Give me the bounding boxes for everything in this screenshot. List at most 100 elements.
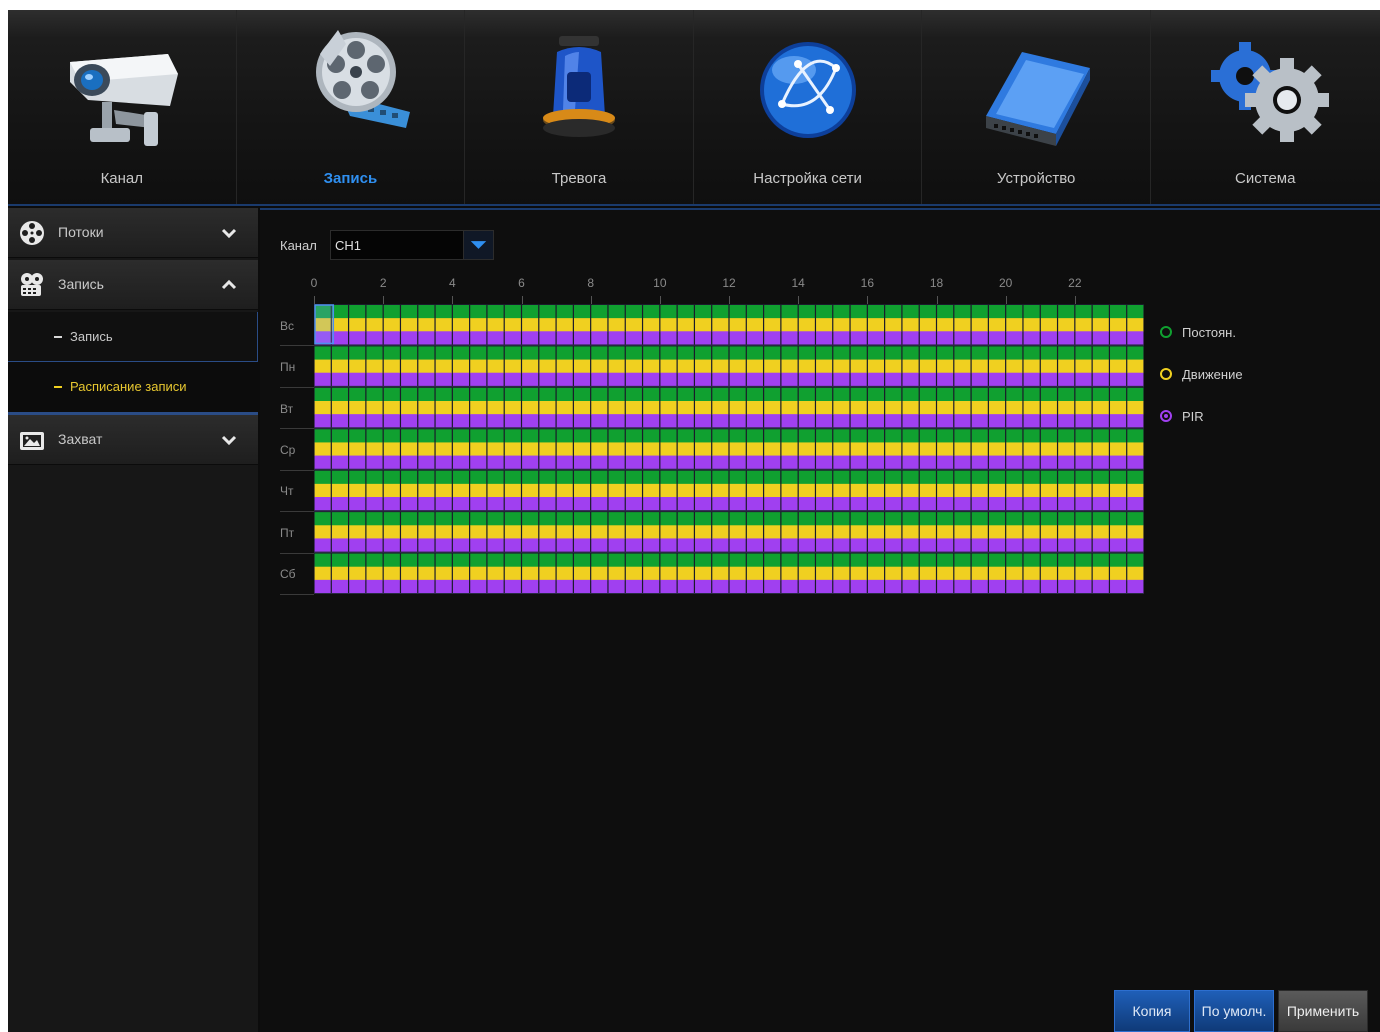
schedule-cell[interactable] xyxy=(383,538,400,553)
schedule-cell[interactable] xyxy=(695,387,712,402)
schedule-cell[interactable] xyxy=(314,346,331,361)
schedule-cell[interactable] xyxy=(383,346,400,361)
schedule-cell[interactable] xyxy=(435,372,452,387)
schedule-cell[interactable] xyxy=(816,579,833,594)
schedule-cell[interactable] xyxy=(971,442,988,457)
schedule-cell[interactable] xyxy=(1110,470,1127,485)
schedule-cell[interactable] xyxy=(1023,429,1040,443)
schedule-cell[interactable] xyxy=(850,497,867,511)
schedule-cell[interactable] xyxy=(418,387,435,402)
schedule-cell[interactable] xyxy=(885,442,902,457)
schedule-cell[interactable] xyxy=(695,429,712,443)
schedule-cell[interactable] xyxy=(885,359,902,374)
schedule-cell[interactable] xyxy=(573,387,591,402)
schedule-cell[interactable] xyxy=(435,401,452,415)
schedule-cell[interactable] xyxy=(470,455,487,470)
schedule-cell[interactable] xyxy=(608,305,625,319)
schedule-cell[interactable] xyxy=(383,359,400,374)
schedule-cell[interactable] xyxy=(1023,305,1040,319)
schedule-cell[interactable] xyxy=(660,387,677,402)
schedule-cell[interactable] xyxy=(798,455,815,470)
default-button[interactable]: По умолч. xyxy=(1194,990,1274,1032)
schedule-cell[interactable] xyxy=(522,414,539,428)
schedule-cell[interactable] xyxy=(902,429,919,443)
schedule-cell[interactable] xyxy=(885,579,902,594)
schedule-cell[interactable] xyxy=(366,512,383,526)
schedule-cell[interactable] xyxy=(349,442,366,457)
schedule-cell[interactable] xyxy=(1023,566,1040,581)
schedule-cell[interactable] xyxy=(937,497,954,511)
schedule-cell[interactable] xyxy=(954,305,971,319)
schedule-cell[interactable] xyxy=(556,318,573,332)
schedule-cell[interactable] xyxy=(573,553,591,568)
schedule-cell[interactable] xyxy=(608,346,625,361)
schedule-cell[interactable] xyxy=(643,429,660,443)
schedule-cell[interactable] xyxy=(487,566,504,581)
schedule-cell[interactable] xyxy=(1058,497,1075,511)
schedule-cell[interactable] xyxy=(660,579,677,594)
schedule-cell[interactable] xyxy=(643,538,660,553)
schedule-cell[interactable] xyxy=(712,372,729,387)
schedule-cell[interactable] xyxy=(591,401,608,415)
schedule-cell[interactable] xyxy=(781,414,798,428)
schedule-cell[interactable] xyxy=(1075,538,1092,553)
schedule-cell[interactable] xyxy=(746,497,763,511)
schedule-cell[interactable] xyxy=(764,483,781,498)
schedule-cell[interactable] xyxy=(1023,442,1040,457)
schedule-cell[interactable] xyxy=(988,525,1006,539)
schedule-cell[interactable] xyxy=(331,372,348,387)
schedule-cell[interactable] xyxy=(314,442,331,457)
schedule-cell[interactable] xyxy=(625,512,642,526)
schedule-cell[interactable] xyxy=(1110,455,1127,470)
schedule-cell[interactable] xyxy=(314,483,331,498)
schedule-cell[interactable] xyxy=(816,442,833,457)
schedule-cell[interactable] xyxy=(937,470,954,485)
schedule-cell[interactable] xyxy=(608,372,625,387)
schedule-cell[interactable] xyxy=(608,525,625,539)
schedule-cell[interactable] xyxy=(1040,455,1057,470)
schedule-cell[interactable] xyxy=(677,455,694,470)
schedule-cell[interactable] xyxy=(539,401,556,415)
schedule-cell[interactable] xyxy=(487,538,504,553)
copy-button[interactable]: Копия xyxy=(1114,990,1190,1032)
schedule-cell[interactable] xyxy=(418,318,435,332)
schedule-cell[interactable] xyxy=(712,305,729,319)
schedule-cell[interactable] xyxy=(522,455,539,470)
schedule-cell[interactable] xyxy=(746,305,763,319)
schedule-cell[interactable] xyxy=(539,525,556,539)
schedule-cell[interactable] xyxy=(833,387,850,402)
schedule-cell[interactable] xyxy=(452,387,470,402)
schedule-cell[interactable] xyxy=(833,579,850,594)
schedule-cell[interactable] xyxy=(401,372,418,387)
schedule-cell[interactable] xyxy=(452,579,470,594)
schedule-cell[interactable] xyxy=(1092,401,1109,415)
schedule-cell[interactable] xyxy=(470,331,487,345)
schedule-cell[interactable] xyxy=(556,538,573,553)
schedule-cell[interactable] xyxy=(366,553,383,568)
schedule-grid[interactable] xyxy=(314,304,1144,594)
schedule-cell[interactable] xyxy=(798,538,815,553)
schedule-cell[interactable] xyxy=(746,455,763,470)
schedule-cell[interactable] xyxy=(470,538,487,553)
schedule-cell[interactable] xyxy=(902,331,919,345)
schedule-cell[interactable] xyxy=(816,346,833,361)
schedule-cell[interactable] xyxy=(988,470,1006,485)
schedule-cell[interactable] xyxy=(314,553,331,568)
schedule-cell[interactable] xyxy=(314,414,331,428)
schedule-cell[interactable] xyxy=(366,525,383,539)
schedule-cell[interactable] xyxy=(1127,387,1144,402)
schedule-cell[interactable] xyxy=(401,553,418,568)
schedule-cell[interactable] xyxy=(349,305,366,319)
schedule-cell[interactable] xyxy=(1040,525,1057,539)
schedule-cell[interactable] xyxy=(470,483,487,498)
schedule-cell[interactable] xyxy=(816,470,833,485)
schedule-cell[interactable] xyxy=(971,331,988,345)
schedule-cell[interactable] xyxy=(383,525,400,539)
schedule-cell[interactable] xyxy=(452,497,470,511)
schedule-cell[interactable] xyxy=(1075,305,1092,319)
tab-record[interactable]: Запись xyxy=(237,10,466,204)
schedule-cell[interactable] xyxy=(885,566,902,581)
schedule-cell[interactable] xyxy=(452,346,470,361)
schedule-cell[interactable] xyxy=(1040,512,1057,526)
schedule-cell[interactable] xyxy=(418,553,435,568)
